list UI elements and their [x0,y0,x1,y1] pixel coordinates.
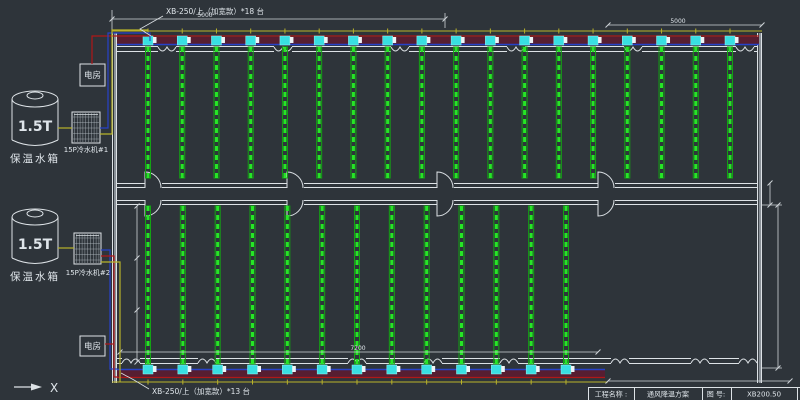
door-gap [145,200,162,207]
fan-box-flag [153,366,157,372]
fan-box-flag [571,366,575,372]
fan-box-flag [290,37,294,43]
project-name-value: 通风降温方案 [647,390,689,399]
fan-box-flag [501,366,505,372]
door-gap [437,182,454,189]
fan-box-flag [188,366,192,372]
top-units-label: XB-250/上（加宽款）*18 台 [166,6,264,16]
fan-box[interactable] [387,365,397,374]
fan-box-flag [358,37,362,43]
fan-box[interactable] [280,36,290,45]
fan-box-flag [256,37,259,43]
power-room-2-label: 电房 [84,341,101,352]
fan-box-flag [362,366,366,372]
fan-box-flag [536,366,540,372]
fan-box[interactable] [485,36,495,45]
fan-box[interactable] [213,365,223,374]
dim-text: 7200 [350,345,365,352]
fan-box-flag [393,37,397,43]
fan-box[interactable] [314,36,324,45]
fan-box-flag [258,366,262,372]
fan-box[interactable] [348,36,358,45]
fan-box-flag [432,366,436,372]
right-wall-fill [759,33,761,383]
fan-box[interactable] [143,365,153,374]
fan-box[interactable] [457,365,467,374]
fan-box[interactable] [422,365,432,374]
fan-box[interactable] [417,36,427,45]
sheet-number-value: XB200.50 [747,391,781,399]
fan-box[interactable] [177,36,187,45]
power-room-1-label: 电房 [84,70,101,81]
fan-box-flag [467,366,471,372]
fan-box-flag [292,366,296,372]
bottom-units-label: XB-250/上（加宽款）*13 台 [152,386,250,396]
door-gap [145,182,162,189]
door-gap [598,200,615,207]
fan-box[interactable] [282,365,292,374]
fan-box[interactable] [143,36,153,45]
fan-box[interactable] [691,36,701,45]
fan-box-flag [397,366,401,372]
door-gap [437,200,454,207]
fan-box-flag [223,366,227,372]
door-gap [598,182,615,189]
fan-box[interactable] [554,36,564,45]
fan-box-flag [701,37,705,43]
fan-box-flag [427,37,431,43]
dim-text: 5000 [670,18,685,25]
cad-viewport: 500050007200 电房 1.5T 保温水箱 15P冷水机#1 1.5T … [0,0,800,400]
fan-box[interactable] [451,36,461,45]
fan-box-flag [495,37,499,43]
drawing-canvas[interactable]: 500050007200 电房 1.5T 保温水箱 15P冷水机#1 1.5T … [0,0,800,400]
tank2-capacity: 1.5T [18,237,53,253]
fan-box[interactable] [383,36,393,45]
fan-box-flag [667,37,671,43]
fan-box[interactable] [725,36,735,45]
fan-box-flag [324,37,328,43]
fan-box-flag [221,37,225,43]
fan-box-flag [153,37,157,43]
fan-box[interactable] [178,365,188,374]
door-gap [287,182,304,189]
tank1-name: 保温水箱 [10,152,60,165]
fan-box[interactable] [622,36,632,45]
fan-box-flag [327,366,331,372]
fan-box[interactable] [657,36,667,45]
chiller-2-label: 15P冷水机#2 [66,268,110,277]
fan-box-flag [598,37,602,43]
fan-box[interactable] [561,365,571,374]
fan-box[interactable] [248,365,258,374]
fan-box-flag [564,37,568,43]
fan-box-flag [461,37,465,43]
tank2-name: 保温水箱 [10,270,60,283]
fan-box[interactable] [491,365,501,374]
tank1-capacity: 1.5T [18,119,53,135]
fan-box[interactable] [211,36,221,45]
project-name-label: 工程名称 : [595,390,628,399]
fan-box[interactable] [317,365,327,374]
chiller-1-label: 15P冷水机#1 [64,145,108,154]
fan-box[interactable] [520,36,530,45]
fan-box[interactable] [352,365,362,374]
sheet-number-label: 图 号: [707,391,726,399]
fan-box[interactable] [526,365,536,374]
fan-box-flag [632,37,636,43]
fan-box[interactable] [588,36,598,45]
fan-box[interactable] [246,36,256,45]
fan-box-flag [735,37,739,43]
fan-box-flag [187,37,191,43]
door-gap [287,200,304,207]
ucs-x-label: X [50,381,58,395]
fan-box-flag [530,37,534,43]
